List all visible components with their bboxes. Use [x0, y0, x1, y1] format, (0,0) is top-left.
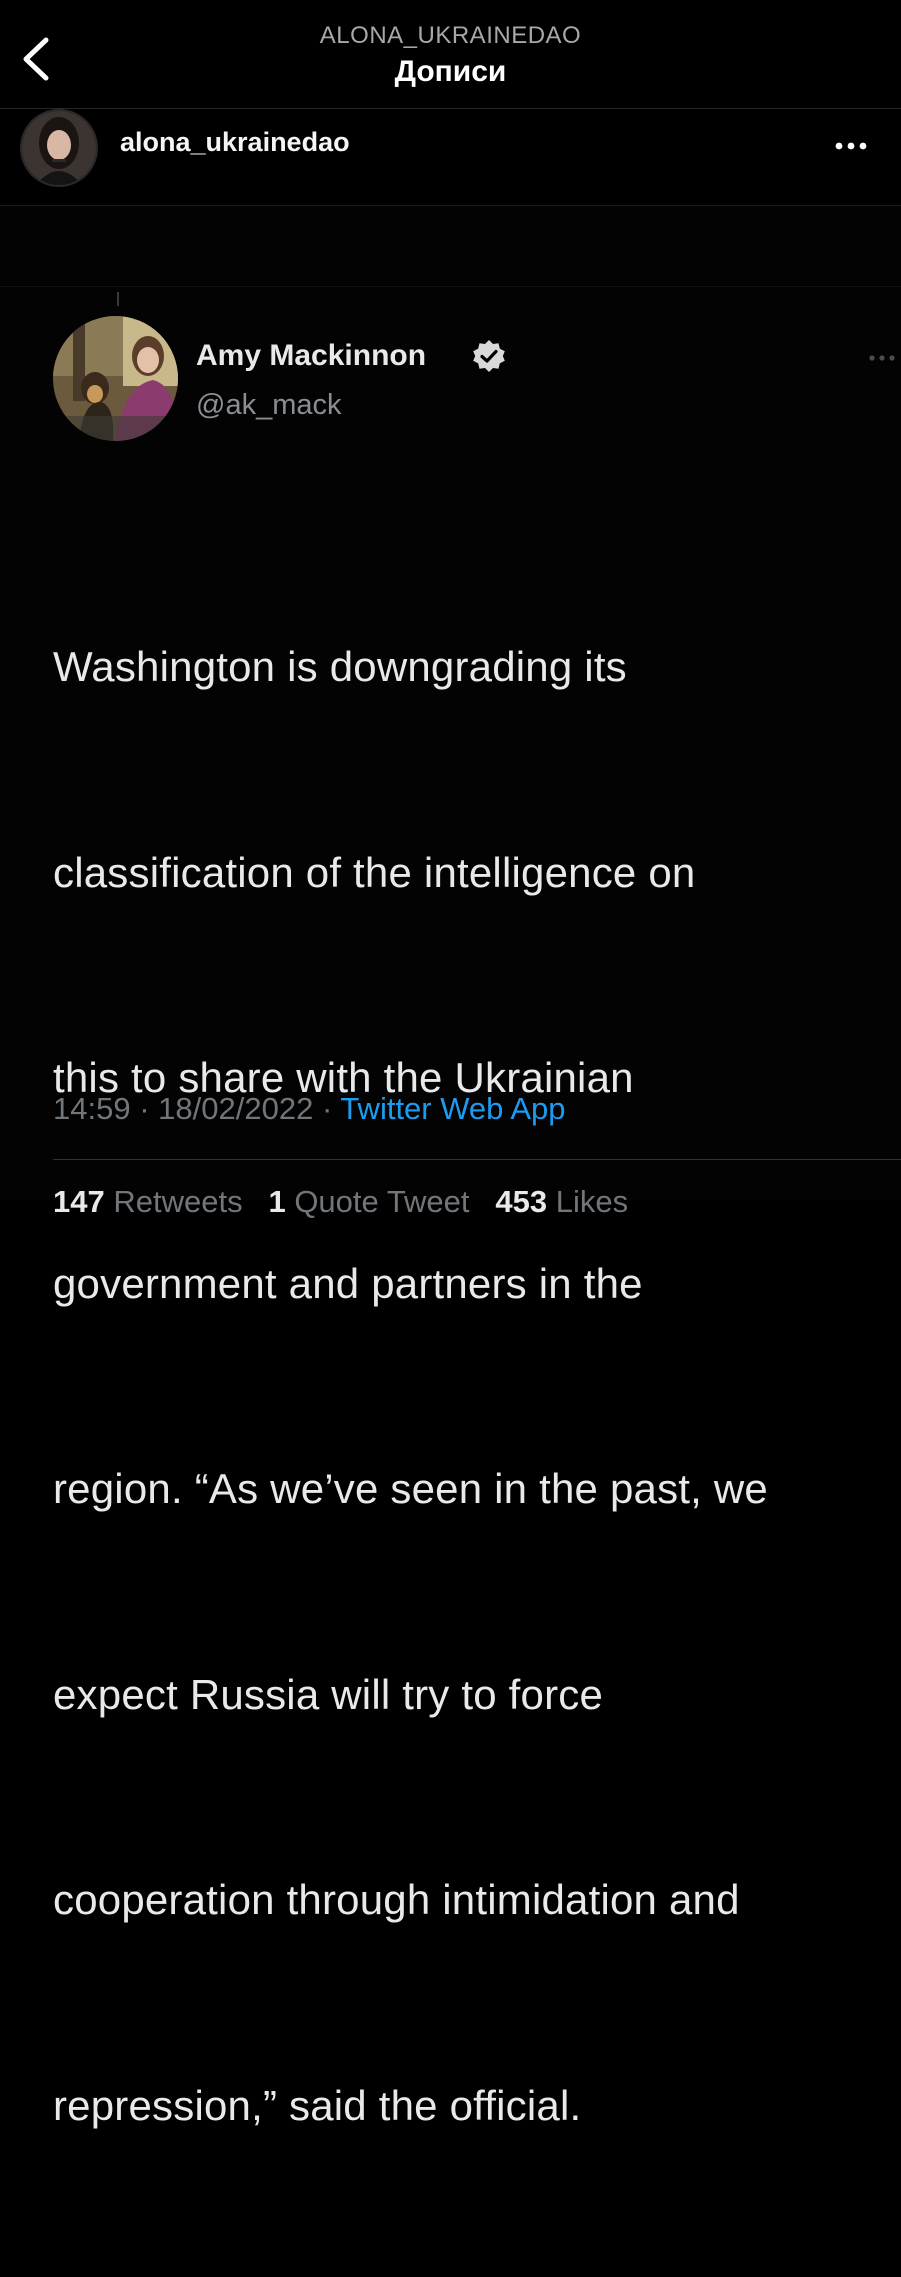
tweet-text-line: expect Russia will try to force — [53, 1670, 604, 1718]
quotes-label: Quote Tweet — [294, 1184, 470, 1219]
tweet-source-link: Twitter Web App — [340, 1091, 566, 1126]
retweets-count: 147 — [53, 1184, 105, 1219]
quotes-count: 1 — [268, 1184, 286, 1219]
tweet-text-line: government and partners in the — [53, 1259, 643, 1307]
more-horizontal-icon — [831, 142, 871, 165]
tweet-handle: @ak_mack — [196, 389, 342, 421]
tweet-date: 18/02/2022 — [158, 1091, 314, 1126]
tweet-text-line: repression,” said the official. — [53, 2081, 582, 2129]
likes-label: Likes — [555, 1184, 629, 1219]
page-title: Дописи — [394, 55, 507, 88]
tweet-screenshot: Amy Mackinnon @ak_mack Washington is dow… — [0, 206, 901, 2129]
tweet-text-line: Washington is downgrading its — [53, 643, 627, 690]
divider — [0, 286, 901, 287]
tweet-author-name: Amy Mackinnon — [196, 339, 427, 372]
thread-line — [117, 292, 119, 306]
tweet-metadata: 14:59 · 18/02/2022 · Twitter Web App — [53, 1091, 565, 1127]
tweet-time: 14:59 — [53, 1091, 131, 1126]
separator: · — [321, 1091, 333, 1126]
divider — [53, 1159, 901, 1160]
verified-badge-icon — [472, 339, 506, 373]
tweet-text-line: classification of the intelligence on — [53, 848, 696, 896]
retweets-label: Retweets — [113, 1184, 243, 1219]
post-owner-row: alona_ukrainedao — [0, 109, 901, 206]
tweet-stats: 147 Retweets 1 Quote Tweet 453 Likes — [53, 1184, 628, 1220]
owner-username[interactable]: alona_ukrainedao — [120, 127, 350, 158]
separator: · — [139, 1091, 150, 1126]
tweet-more-icon — [866, 348, 901, 368]
header-username[interactable]: ALONA_UKRAINEDAO — [0, 22, 901, 50]
tweet-text-line: region. “As we’ve seen in the past, we — [53, 1465, 768, 1512]
tweet-text-line: cooperation through intimidation and — [53, 1876, 740, 1923]
tweet-author-avatar — [53, 316, 178, 441]
more-options-button[interactable] — [831, 131, 871, 161]
app-header: ALONA_UKRAINEDAO Дописи — [0, 0, 901, 109]
likes-count: 453 — [495, 1184, 548, 1219]
tweet-text: Washington is downgrading its classifica… — [53, 496, 901, 2277]
owner-avatar[interactable] — [22, 111, 96, 185]
